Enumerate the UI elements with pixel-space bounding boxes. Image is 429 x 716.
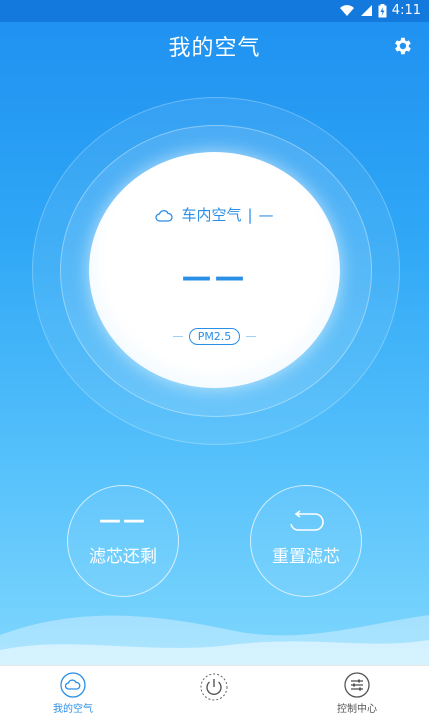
reset-filter-button[interactable]: 重置滤芯: [250, 485, 362, 597]
filter-remaining-label: 滤芯还剩: [89, 547, 157, 567]
air-value: ——: [181, 260, 248, 295]
bottom-tab-bar: 我的空气 控制中心: [0, 665, 429, 716]
pm-label: PM2.5: [188, 328, 241, 345]
tab-label: 控制中心: [337, 704, 377, 715]
main-screen: 4:11 我的空气 车内空气 | — —— PM2.5 —— 滤芯还剩 重置滤芯: [0, 0, 429, 665]
reset-icon: [290, 510, 324, 531]
pm-indicator: PM2.5: [89, 328, 340, 345]
battery-icon: [378, 3, 387, 17]
air-location-row: 车内空气 | —: [89, 204, 340, 225]
filter-remaining-button[interactable]: —— 滤芯还剩: [67, 485, 179, 597]
power-icon: [200, 673, 228, 701]
tab-control-center[interactable]: 控制中心: [317, 672, 397, 715]
status-time: 4:11: [391, 3, 421, 18]
wave-decoration: [0, 615, 429, 665]
tab-power[interactable]: [174, 672, 254, 704]
gear-icon[interactable]: [391, 35, 413, 57]
tab-my-air[interactable]: 我的空气: [33, 672, 113, 715]
cloud-icon: [155, 209, 174, 222]
air-level: —: [258, 206, 274, 224]
wifi-icon: [339, 5, 354, 16]
page-title: 我的空气: [168, 36, 261, 61]
air-location-label: 车内空气: [181, 206, 242, 224]
signal-icon: [360, 5, 372, 16]
tab-label: 我的空气: [53, 704, 93, 715]
air-quality-dial: 车内空气 | — —— PM2.5: [89, 152, 340, 388]
cloud-tab-icon: [60, 672, 86, 698]
separator: |: [247, 206, 253, 224]
sliders-icon: [344, 672, 370, 698]
reset-filter-label: 重置滤芯: [272, 547, 340, 567]
status-bar: 4:11: [0, 0, 429, 22]
filter-remaining-value: ——: [99, 508, 147, 533]
